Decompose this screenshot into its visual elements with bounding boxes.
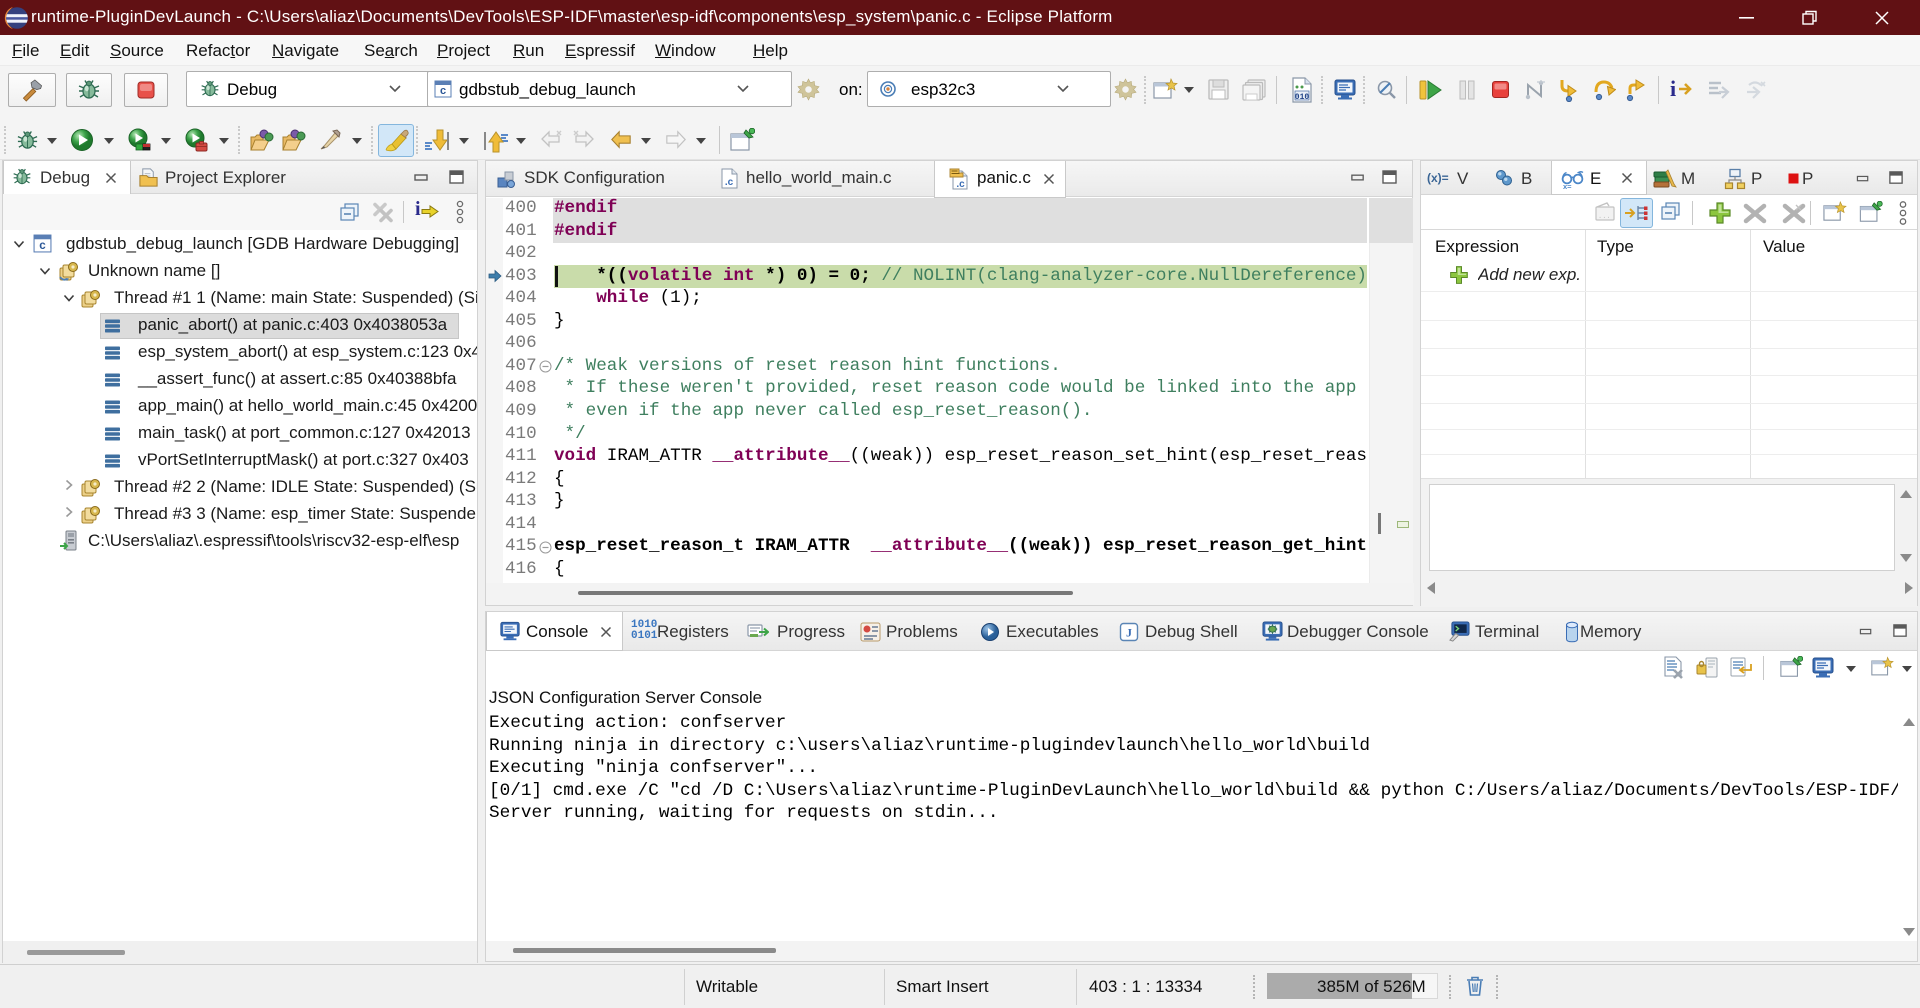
- svg-text:...: ...: [1598, 213, 1611, 221]
- svg-text:c: c: [39, 239, 46, 252]
- svg-text:.c: .c: [956, 179, 965, 190]
- svg-text:c: c: [440, 85, 446, 97]
- svg-text:.c: .c: [725, 177, 734, 188]
- svg-text:x=: x=: [1563, 182, 1572, 190]
- svg-text:J: J: [1126, 626, 1132, 640]
- svg-text:010: 010: [1295, 93, 1310, 102]
